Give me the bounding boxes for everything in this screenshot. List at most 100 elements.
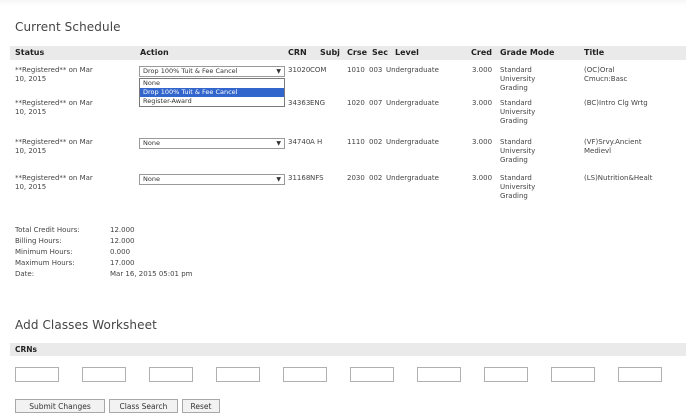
row-crse: 1020	[347, 99, 365, 107]
dropdown-option-none[interactable]: None	[140, 79, 284, 88]
row-title-2: Cmucn:Basc	[584, 75, 628, 83]
col-sec: Sec	[372, 48, 388, 57]
crn-input-10[interactable]	[618, 367, 662, 382]
action-select-value: Drop 100% Tuit & Fee Cancel	[143, 67, 238, 75]
row-grade-mode-1: Standard	[500, 99, 532, 107]
row-grade-mode-3: Grading	[500, 117, 528, 125]
row-subj: NFS	[310, 174, 324, 182]
col-grade-mode: Grade Mode	[500, 48, 555, 57]
row-status-line2: 10, 2015	[15, 108, 47, 116]
col-crn: CRN	[288, 48, 307, 57]
col-status: Status	[15, 48, 45, 57]
row-grade-mode-2: University	[500, 108, 536, 116]
row-crn: 34363	[288, 99, 311, 107]
row-grade-mode-1: Standard	[500, 66, 532, 74]
crns-header-bar	[10, 343, 686, 356]
row-title-2: Medievl	[584, 147, 612, 155]
date-label: Date:	[15, 270, 35, 278]
row-status-line2: 10, 2015	[15, 183, 47, 191]
action-select[interactable]: Drop 100% Tuit & Fee Cancel ▼	[139, 66, 285, 77]
crns-label: CRNs	[15, 345, 38, 354]
row-level: Undergraduate	[386, 138, 439, 146]
crn-input-9[interactable]	[551, 367, 595, 382]
crn-input-4[interactable]	[216, 367, 260, 382]
row-title-1: (LS)Nutrition&Healt	[584, 174, 653, 182]
action-dropdown-list[interactable]: None Drop 100% Tuit & Fee Cancel Registe…	[139, 78, 285, 107]
dropdown-option-register-award[interactable]: Register-Award	[140, 97, 284, 106]
row-crse: 2030	[347, 174, 365, 182]
row-title-1: (BC)Intro Clg Wrtg	[584, 99, 648, 107]
billing-hours-label: Billing Hours:	[15, 237, 62, 245]
row-sec: 002	[369, 174, 383, 182]
action-select-value: None	[143, 175, 160, 183]
row-status-line1: **Registered** on Mar	[15, 99, 93, 107]
row-subj: ENG	[310, 99, 326, 107]
maximum-hours-label: Maximum Hours:	[15, 259, 75, 267]
row-crn: 31020	[288, 66, 311, 74]
col-subj: Subj	[320, 48, 340, 57]
row-status-line1: **Registered** on Mar	[15, 138, 93, 146]
row-level: Undergraduate	[386, 66, 439, 74]
row-grade-mode-2: University	[500, 183, 536, 191]
total-credit-hours-value: 12.000	[110, 226, 135, 234]
row-level: Undergraduate	[386, 174, 439, 182]
current-schedule-title: Current Schedule	[15, 20, 121, 34]
dropdown-option-drop[interactable]: Drop 100% Tuit & Fee Cancel	[140, 88, 284, 97]
crn-input-5[interactable]	[283, 367, 327, 382]
class-search-button[interactable]: Class Search	[109, 399, 178, 413]
row-grade-mode-2: University	[500, 147, 536, 155]
row-cred: 3.000	[472, 138, 493, 146]
row-grade-mode-3: Grading	[500, 84, 528, 92]
row-grade-mode-1: Standard	[500, 174, 532, 182]
row-cred: 3.000	[472, 66, 493, 74]
col-cred: Cred	[471, 48, 492, 57]
top-fade	[0, 0, 686, 6]
chevron-down-icon: ▼	[276, 176, 281, 183]
row-sec: 003	[369, 66, 383, 74]
row-crse: 1010	[347, 66, 365, 74]
billing-hours-value: 12.000	[110, 237, 135, 245]
row-grade-mode-2: University	[500, 75, 536, 83]
row-sec: 002	[369, 138, 383, 146]
registration-page: Current Schedule Status Action CRN Subj …	[0, 0, 686, 419]
row-crn: 31168	[288, 174, 311, 182]
row-cred: 3.000	[472, 174, 493, 182]
date-value: Mar 16, 2015 05:01 pm	[110, 270, 193, 278]
row-grade-mode-3: Grading	[500, 192, 528, 200]
row-status-line1: **Registered** on Mar	[15, 66, 93, 74]
total-credit-hours-label: Total Credit Hours:	[15, 226, 80, 234]
col-crse: Crse	[347, 48, 368, 57]
row-title-1: (OC)Oral	[584, 66, 615, 74]
row-status-line2: 10, 2015	[15, 75, 47, 83]
action-select[interactable]: None ▼	[139, 174, 285, 185]
crn-input-7[interactable]	[417, 367, 461, 382]
action-select[interactable]: None ▼	[139, 138, 285, 149]
crn-input-1[interactable]	[15, 367, 59, 382]
row-status-line2: 10, 2015	[15, 147, 47, 155]
col-level: Level	[395, 48, 419, 57]
chevron-down-icon: ▼	[276, 68, 281, 75]
crn-input-3[interactable]	[149, 367, 193, 382]
row-subj: A H	[310, 138, 323, 146]
col-action: Action	[140, 48, 169, 57]
row-grade-mode-1: Standard	[500, 138, 532, 146]
chevron-down-icon: ▼	[276, 140, 281, 147]
crn-input-6[interactable]	[350, 367, 394, 382]
minimum-hours-label: Minimum Hours:	[15, 248, 73, 256]
row-crse: 1110	[347, 138, 365, 146]
row-status-line1: **Registered** on Mar	[15, 174, 93, 182]
row-crn: 34740	[288, 138, 311, 146]
crn-input-8[interactable]	[484, 367, 528, 382]
row-subj: COM	[310, 66, 327, 74]
row-grade-mode-3: Grading	[500, 156, 528, 164]
row-sec: 007	[369, 99, 383, 107]
row-cred: 3.000	[472, 99, 493, 107]
submit-changes-button[interactable]: Submit Changes	[15, 399, 105, 413]
minimum-hours-value: 0.000	[110, 248, 131, 256]
crn-input-2[interactable]	[82, 367, 126, 382]
row-level: Undergraduate	[386, 99, 439, 107]
reset-button[interactable]: Reset	[182, 399, 220, 413]
maximum-hours-value: 17.000	[110, 259, 135, 267]
col-title: Title	[584, 48, 605, 57]
add-classes-worksheet-title: Add Classes Worksheet	[15, 318, 157, 332]
